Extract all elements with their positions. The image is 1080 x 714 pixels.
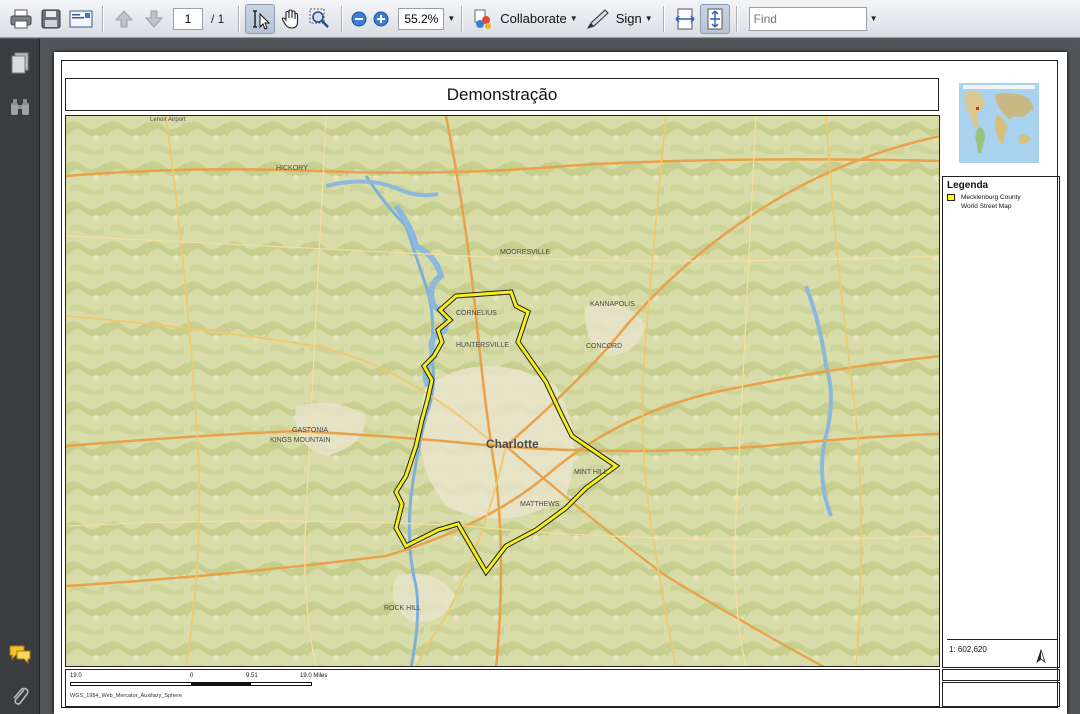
fit-page-icon [707,8,723,29]
legend-swatch-yellow [947,194,955,201]
scalebar-panel: 19.0 0 9.51 19.0 Miles WGS_1984_Web_Merc… [65,669,940,707]
map-label-town: MOORESVILLE [500,249,551,256]
toolbar-separator [102,5,103,32]
scalebar-segment [192,682,250,686]
map-label-town: ROCK HILL [384,605,421,612]
chevron-down-icon: ▼ [569,14,578,23]
find-dropdown-arrow-icon[interactable]: ▼ [870,14,878,23]
plus-circle-icon [373,11,389,26]
zoom-in-button[interactable] [370,4,392,34]
legend-item-label: World Street Map [961,203,1012,210]
scalebar-label: 19.0 Miles [300,673,328,679]
map-label-town: Lenoir Airport [150,117,186,123]
hand-icon [282,8,299,29]
select-tool-button[interactable] [245,3,276,34]
minus-circle-icon [351,11,367,26]
collaborate-button[interactable]: Collaborate ▼ [468,4,581,34]
scale-text: 1: 602,620 [949,645,987,654]
info-box-bottom [942,682,1060,707]
magnifier-icon [309,8,330,28]
arrow-up-icon [114,9,134,27]
map-label-town: CONCORD [586,343,622,350]
legend-panel: Legenda Mecklenburg County World Street … [942,176,1060,668]
bookmarks-panel-button[interactable] [8,95,32,119]
north-arrow-icon [1036,649,1046,663]
binoculars-icon [11,99,29,115]
projection-text: WGS_1984_Web_Mercator_Auxiliary_Sphere [70,693,183,699]
toolbar-separator [461,5,463,32]
fit-width-icon [675,8,695,29]
toolbar-separator [238,5,240,32]
scalebar-segment [250,682,312,686]
page-number-input[interactable]: 1 [173,7,203,30]
zoom-out-button[interactable] [348,4,370,34]
map-label-town: HICKORY [276,165,308,172]
legend-divider [947,639,1057,640]
pdf-page: Demonstração Legenda Mecklenburg County [54,52,1067,714]
fit-width-button[interactable] [670,4,700,34]
pages-icon [11,52,29,74]
fit-page-button[interactable] [699,3,730,34]
comments-icon [9,645,31,665]
map-label-town: MATTHEWS [520,501,560,508]
legend-item-basemap: World Street Map [961,203,1011,210]
comments-panel-button[interactable] [8,642,32,666]
inset-world-map [959,83,1039,163]
map-label-town: HUNTERSVILLE [456,342,509,349]
toolbar-separator [341,5,343,32]
printer-icon [10,9,32,28]
arrow-down-icon [144,10,164,28]
map-frame[interactable]: Charlotte HUNTERSVILLE CORNELIUS MOORESV… [65,115,940,667]
text-cursor-icon [253,9,271,30]
legend-title: Legenda [947,180,989,191]
chevron-down-icon: ▼ [644,14,653,23]
hand-tool-button[interactable] [275,4,305,34]
email-button[interactable] [66,4,96,34]
map-title: Demonstração [65,78,939,111]
world-map-image [959,83,1039,163]
zoom-dropdown-arrow-icon[interactable]: ▼ [447,14,455,23]
pen-icon [586,8,609,29]
collaborate-label: Collaborate [500,11,567,26]
print-button[interactable] [6,4,36,34]
marquee-zoom-button[interactable] [305,4,335,34]
street-map-image: Charlotte HUNTERSVILLE CORNELIUS MOORESV… [66,116,939,666]
legend-item-county: Mecklenburg County [947,194,1021,201]
scalebar-segment [70,682,192,686]
map-label-town: KINGS MOUNTAIN [270,437,331,444]
map-label-town: MINT HILL [574,469,608,476]
envelope-icon [69,10,93,27]
map-label-town: CORNELIUS [456,310,497,317]
navigation-pane [0,39,40,714]
page-total: / 1 [211,11,225,26]
toolbar-separator [735,5,737,32]
scalebar-label: 0 [190,673,194,679]
toolbar-separator [662,5,664,32]
sign-button[interactable]: Sign ▼ [582,4,657,34]
sign-label: Sign [615,11,642,26]
map-label-town: GASTONIA [292,427,328,434]
find-input[interactable] [748,6,867,31]
attachments-panel-button[interactable] [8,684,32,708]
info-box-top [942,669,1060,681]
map-label-charlotte: Charlotte [486,437,539,451]
floppy-disk-icon [41,9,61,28]
zoom-level-input[interactable]: 55.2% [398,7,445,30]
document-area[interactable]: Demonstração Legenda Mecklenburg County [41,39,1080,714]
collaborate-icon [474,9,492,29]
next-page-button[interactable] [139,4,169,34]
pages-panel-button[interactable] [8,51,32,75]
scalebar-label: 9.51 [246,673,258,679]
save-button[interactable] [36,4,66,34]
toolbar: 1 / 1 55.2% ▼ Collaborate ▼ Sign ▼ ▼ [0,0,1080,38]
previous-page-button[interactable] [109,4,139,34]
scalebar-label: 19.0 [70,673,82,679]
legend-item-label: Mecklenburg County [961,194,1021,201]
map-label-town: KANNAPOLIS [590,301,635,308]
paperclip-icon [13,687,29,705]
